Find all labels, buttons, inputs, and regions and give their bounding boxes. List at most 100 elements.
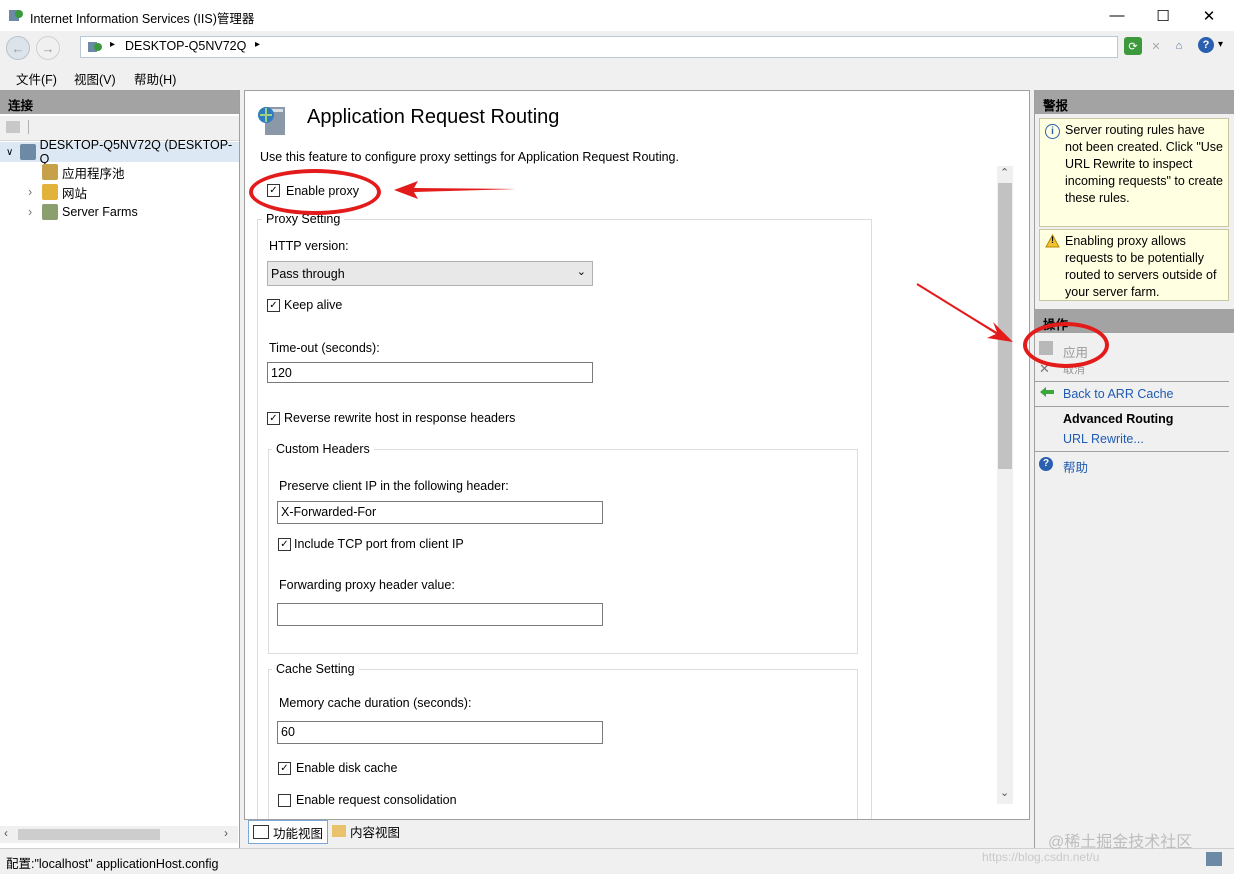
preserve-ip-label: Preserve client IP in the following head… bbox=[279, 479, 509, 493]
title-bar: Internet Information Services (IIS)管理器 —… bbox=[0, 0, 1234, 31]
scroll-up-icon[interactable]: ⌃ bbox=[1000, 166, 1009, 179]
timeout-value: 120 bbox=[271, 366, 292, 380]
connections-hscrollbar[interactable]: ‹ › bbox=[0, 826, 238, 843]
alerts-header: 警报 bbox=[1035, 90, 1234, 114]
stop-icon[interactable]: ✕ bbox=[1147, 37, 1165, 55]
actions-separator bbox=[1035, 451, 1229, 452]
help-icon[interactable]: ? bbox=[1198, 37, 1214, 53]
feature-vscrollbar[interactable]: ⌃ ⌄ bbox=[997, 166, 1013, 804]
request-consolidation-checkbox[interactable] bbox=[278, 794, 291, 807]
new-connection-icon[interactable] bbox=[6, 121, 20, 133]
page-description: Use this feature to configure proxy sett… bbox=[260, 150, 679, 164]
breadcrumb-separator-icon: ▸ bbox=[110, 39, 116, 50]
connections-header: 连接 bbox=[0, 90, 239, 114]
back-to-arr-cache-link[interactable]: Back to ARR Cache bbox=[1063, 387, 1173, 401]
help-icon: ? bbox=[1039, 457, 1053, 471]
scroll-right-icon[interactable]: › bbox=[224, 826, 228, 840]
tab-features-view[interactable]: 功能视图 bbox=[248, 820, 328, 844]
advanced-routing-heading: Advanced Routing bbox=[1063, 412, 1174, 426]
custom-headers-label: Custom Headers bbox=[272, 442, 374, 456]
alert-routing-rules: i Server routing rules have not been cre… bbox=[1039, 118, 1229, 227]
chevron-down-icon: ⌄ bbox=[576, 266, 586, 278]
server-farms-icon bbox=[42, 204, 58, 220]
expand-icon[interactable]: › bbox=[28, 185, 42, 199]
help-link[interactable]: 帮助 bbox=[1063, 457, 1088, 476]
features-view-icon bbox=[253, 825, 269, 839]
breadcrumb-chevron-icon[interactable]: ▸ bbox=[255, 39, 260, 50]
preserve-ip-value: X-Forwarded-For bbox=[281, 505, 377, 519]
forward-button[interactable]: → bbox=[36, 36, 60, 60]
http-version-label: HTTP version: bbox=[269, 239, 349, 253]
tree-item-label: 应用程序池 bbox=[62, 166, 125, 181]
tab-label: 功能视图 bbox=[273, 826, 324, 841]
annotation-arrow-diagonal bbox=[916, 283, 1013, 342]
scroll-down-icon[interactable]: ⌄ bbox=[1000, 786, 1009, 799]
keep-alive-label[interactable]: Keep alive bbox=[284, 298, 342, 312]
warning-glyph: ! bbox=[1051, 235, 1054, 245]
annotation-circle-apply bbox=[1023, 322, 1109, 368]
window-title: Internet Information Services (IIS)管理器 bbox=[30, 12, 255, 26]
reverse-rewrite-label[interactable]: Reverse rewrite host in response headers bbox=[284, 411, 515, 425]
tree-item-sites[interactable]: › 网站 bbox=[0, 182, 239, 202]
hscroll-thumb[interactable] bbox=[18, 829, 160, 840]
actions-panel: 警报 i Server routing rules have not been … bbox=[1023, 90, 1234, 848]
feature-page: Application Request Routing Use this fea… bbox=[244, 90, 1030, 820]
expand-icon[interactable]: › bbox=[28, 205, 42, 219]
back-arrow-icon bbox=[1040, 387, 1054, 397]
actions-separator bbox=[1035, 381, 1229, 382]
address-box[interactable]: ▸ DESKTOP-Q5NV72Q ▸ bbox=[80, 36, 1118, 58]
minimize-button[interactable]: — bbox=[1094, 0, 1140, 31]
annotation-arrow-left bbox=[394, 181, 516, 199]
url-rewrite-link[interactable]: URL Rewrite... bbox=[1063, 432, 1144, 446]
annotation-circle-enable-proxy bbox=[249, 169, 381, 215]
disk-cache-label[interactable]: Enable disk cache bbox=[296, 761, 397, 775]
memory-cache-label: Memory cache duration (seconds): bbox=[279, 696, 472, 710]
actions-separator bbox=[1035, 406, 1229, 407]
watermark-url: https://blog.csdn.net/u bbox=[982, 850, 1100, 864]
view-tabs: 功能视图 内容视图 bbox=[244, 820, 1030, 844]
request-consolidation-label[interactable]: Enable request consolidation bbox=[296, 793, 457, 807]
iis-app-icon bbox=[9, 10, 23, 21]
include-tcp-label[interactable]: Include TCP port from client IP bbox=[294, 537, 464, 551]
include-tcp-checkbox[interactable]: ✓ bbox=[278, 538, 291, 551]
server-status-icon bbox=[1206, 852, 1222, 866]
help-dropdown-icon[interactable]: ▾ bbox=[1218, 39, 1223, 50]
tab-label: 内容视图 bbox=[350, 825, 401, 840]
back-button[interactable]: ← bbox=[6, 36, 30, 60]
timeout-input[interactable]: 120 bbox=[267, 362, 593, 383]
app-pool-icon bbox=[42, 164, 58, 180]
memory-cache-input[interactable]: 60 bbox=[277, 721, 603, 744]
http-version-select[interactable]: Pass through ⌄ bbox=[267, 261, 593, 286]
tree-item-server[interactable]: ∨ DESKTOP-Q5NV72Q (DESKTOP-Q bbox=[0, 138, 239, 166]
tree-item-label: 网站 bbox=[62, 186, 88, 201]
menu-file[interactable]: 文件(F) bbox=[16, 69, 57, 88]
forward-arrow-icon: → bbox=[41, 40, 55, 56]
tab-content-view[interactable]: 内容视图 bbox=[328, 820, 408, 842]
server-icon bbox=[88, 42, 102, 52]
refresh-icon[interactable]: ⟳ bbox=[1124, 37, 1142, 55]
scroll-left-icon[interactable]: ‹ bbox=[4, 826, 8, 840]
close-button[interactable]: ✕ bbox=[1186, 0, 1232, 31]
home-icon[interactable]: ⌂ bbox=[1170, 37, 1188, 55]
arr-feature-icon bbox=[258, 107, 285, 135]
reverse-rewrite-checkbox[interactable]: ✓ bbox=[267, 412, 280, 425]
address-bar: ← → ▸ DESKTOP-Q5NV72Q ▸ ⟳ ✕ ⌂ ? ▾ bbox=[0, 31, 1234, 61]
toolbar-divider bbox=[28, 120, 29, 134]
info-icon: i bbox=[1045, 124, 1060, 139]
tree-item-server-farms[interactable]: › Server Farms bbox=[0, 202, 239, 222]
disk-cache-checkbox[interactable]: ✓ bbox=[278, 762, 291, 775]
forwarding-input[interactable] bbox=[277, 603, 603, 626]
watermark: @稀土掘金技术社区 bbox=[1048, 834, 1193, 851]
connections-panel: 连接 ∨ DESKTOP-Q5NV72Q (DESKTOP-Q 应用程序池 › … bbox=[0, 90, 240, 848]
memory-cache-value: 60 bbox=[281, 725, 295, 739]
content-view-icon bbox=[332, 825, 346, 837]
keep-alive-checkbox[interactable]: ✓ bbox=[267, 299, 280, 312]
menu-view[interactable]: 视图(V) bbox=[74, 69, 116, 88]
preserve-ip-input[interactable]: X-Forwarded-For bbox=[277, 501, 603, 524]
breadcrumb-server[interactable]: DESKTOP-Q5NV72Q bbox=[125, 39, 246, 53]
maximize-button[interactable]: ☐ bbox=[1140, 0, 1186, 31]
expand-icon[interactable]: ∨ bbox=[6, 147, 20, 158]
sites-icon bbox=[42, 184, 58, 200]
back-arrow-icon: ← bbox=[11, 40, 25, 56]
menu-help[interactable]: 帮助(H) bbox=[134, 69, 176, 88]
